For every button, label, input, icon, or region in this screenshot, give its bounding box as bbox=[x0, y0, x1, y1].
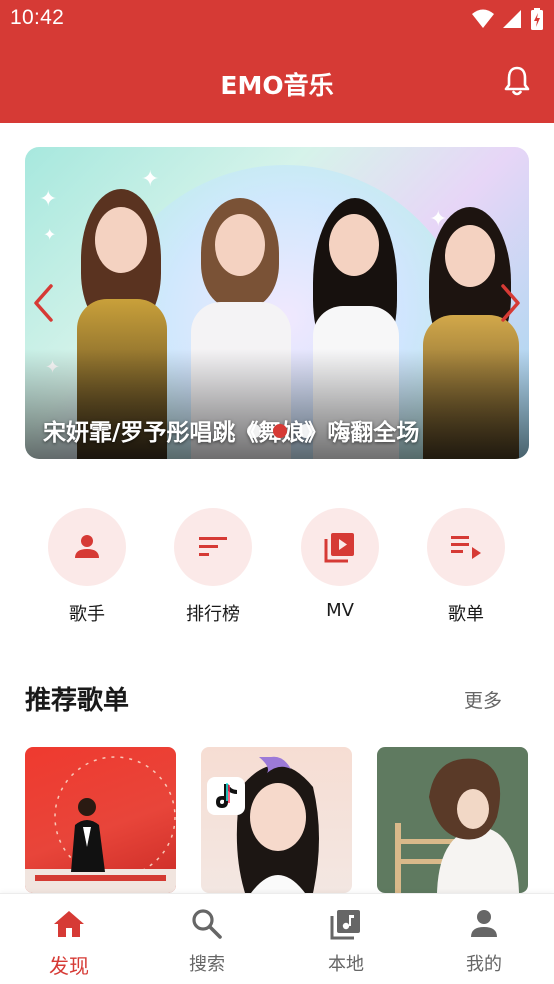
status-icons bbox=[472, 8, 544, 30]
banner-next-arrow-icon[interactable] bbox=[497, 283, 523, 323]
playlist-play-icon bbox=[451, 536, 481, 559]
quick-entry-row: 歌手 排行榜 MV 歌单 bbox=[0, 508, 554, 628]
person-icon bbox=[75, 535, 99, 558]
playlist-cover-image bbox=[25, 756, 176, 893]
music-library-icon bbox=[330, 910, 360, 940]
banner-dot[interactable] bbox=[247, 424, 261, 438]
quick-entry-circle bbox=[301, 508, 379, 586]
banner-carousel[interactable]: ✦ ✦ ✦ ✦ ✦ ✦ bbox=[25, 147, 529, 459]
status-time: 10:42 bbox=[10, 6, 65, 29]
home-icon bbox=[54, 911, 84, 937]
search-icon-wrap bbox=[162, 906, 252, 942]
app-root: 10:42 EMO音乐 ✦ ✦ ✦ ✦ ✦ ✦ bbox=[0, 0, 554, 984]
playlist-cover-image bbox=[395, 758, 519, 893]
quick-entry-singer[interactable]: 歌手 bbox=[37, 508, 137, 626]
sparkle-icon: ✦ bbox=[43, 225, 57, 244]
quick-entry-circle bbox=[174, 508, 252, 586]
banner-prev-arrow-icon[interactable] bbox=[31, 283, 57, 323]
quick-entry-ranking[interactable]: 排行榜 bbox=[163, 508, 263, 626]
playlist-card[interactable] bbox=[25, 747, 176, 893]
video-library-icon bbox=[324, 533, 354, 563]
nav-label: 本地 bbox=[328, 954, 364, 975]
quick-entry-mv[interactable]: MV bbox=[290, 508, 390, 621]
app-title: EMO音乐 bbox=[220, 71, 334, 100]
nav-local[interactable]: 本地 bbox=[301, 906, 391, 976]
bottom-navigation: 发现 搜索 本地 我的 bbox=[0, 893, 554, 984]
app-bar: EMO音乐 bbox=[0, 38, 554, 123]
search-icon bbox=[192, 909, 222, 939]
battery-icon bbox=[531, 8, 543, 30]
nav-label: 我的 bbox=[466, 954, 502, 975]
banner-caption: 宋妍霏/罗予彤唱跳《舞娘》嗨翻全场 bbox=[43, 420, 420, 446]
quick-entry-playlist[interactable]: 歌单 bbox=[416, 508, 516, 626]
account-icon-wrap bbox=[439, 906, 529, 942]
wifi-icon bbox=[472, 9, 494, 28]
nav-search[interactable]: 搜索 bbox=[162, 906, 252, 976]
quick-entry-circle bbox=[427, 508, 505, 586]
section-title: 推荐歌单 bbox=[25, 686, 130, 716]
playlist-cover-image bbox=[207, 756, 319, 893]
sort-lines-icon bbox=[199, 537, 227, 556]
banner-dot-active[interactable] bbox=[273, 424, 287, 438]
quick-entry-label: 排行榜 bbox=[186, 604, 240, 625]
quick-entry-label: MV bbox=[326, 600, 354, 621]
status-bar: 10:42 bbox=[0, 0, 554, 38]
account-icon bbox=[471, 910, 497, 937]
home-icon-wrap bbox=[24, 906, 114, 942]
music-library-icon-wrap bbox=[301, 906, 391, 942]
quick-entry-circle bbox=[48, 508, 126, 586]
banner-dots bbox=[247, 424, 313, 438]
nav-mine[interactable]: 我的 bbox=[439, 906, 529, 976]
banner-dot[interactable] bbox=[299, 424, 313, 438]
tiktok-logo-icon bbox=[207, 777, 245, 815]
quick-entry-label: 歌单 bbox=[448, 604, 484, 625]
playlist-card[interactable] bbox=[377, 747, 528, 893]
nav-discover[interactable]: 发现 bbox=[24, 906, 114, 979]
nav-label: 发现 bbox=[49, 954, 89, 978]
sparkle-icon: ✦ bbox=[39, 187, 58, 212]
more-link[interactable]: 更多 bbox=[464, 686, 502, 713]
recommended-playlists bbox=[25, 747, 529, 893]
quick-entry-label: 歌手 bbox=[69, 604, 105, 625]
signal-icon bbox=[503, 10, 521, 28]
bell-icon[interactable] bbox=[502, 65, 532, 97]
playlist-card[interactable] bbox=[201, 747, 352, 893]
nav-label: 搜索 bbox=[189, 954, 225, 975]
